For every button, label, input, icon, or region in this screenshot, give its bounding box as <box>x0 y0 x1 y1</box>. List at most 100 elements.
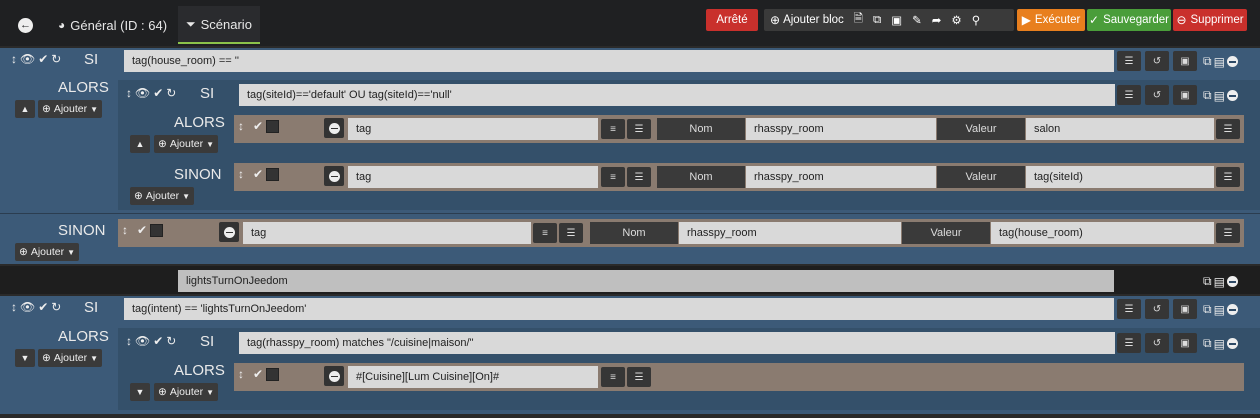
paste-icon[interactable]: ▤ <box>1214 55 1225 69</box>
list-icon[interactable]: ☰ <box>627 367 651 387</box>
command-input[interactable]: tag <box>348 118 598 140</box>
list-icon[interactable]: ☰ <box>627 167 651 187</box>
refresh-icon[interactable]: ↻ <box>166 86 176 100</box>
remove-icon[interactable] <box>1226 56 1238 67</box>
checkbox[interactable] <box>266 119 280 133</box>
list-icon[interactable]: ☰ <box>1117 85 1141 105</box>
add-dropdown[interactable]: ⊕ Ajouter ▼ <box>38 349 103 367</box>
paste-icon[interactable]: ▤ <box>1214 89 1225 103</box>
check-icon[interactable]: ✔ <box>253 367 263 381</box>
cube-icon[interactable]: ▣ <box>1173 51 1197 71</box>
edit-icon[interactable]: ✎ <box>912 13 922 27</box>
cubes-icon[interactable]: ⚙ <box>951 13 961 27</box>
drag-icon[interactable]: ↕ <box>122 223 128 237</box>
add-dropdown[interactable]: ⊕ Ajouter ▼ <box>130 187 195 205</box>
copy-icon[interactable]: ⧉ <box>1203 336 1212 351</box>
copy-icon[interactable]: ⧉ <box>1203 88 1212 103</box>
condition-input[interactable]: tag(house_room) == '' <box>124 50 1114 72</box>
paste-icon[interactable]: ▤ <box>1214 275 1225 289</box>
copy-icon[interactable]: ⧉ <box>873 14 881 27</box>
cube-icon[interactable]: ▣ <box>1173 299 1197 319</box>
cube-icon[interactable]: ▣ <box>1173 85 1197 105</box>
drag-icon[interactable]: ↕ <box>126 86 132 100</box>
remove-action-button[interactable] <box>324 366 344 386</box>
value-input[interactable]: salon <box>1026 118 1214 140</box>
drag-icon[interactable]: ↕ <box>126 334 132 348</box>
list-check-icon[interactable]: ≡ <box>601 367 625 387</box>
name-input[interactable]: rhasspy_room <box>746 118 936 140</box>
list-check-icon[interactable]: ≡ <box>601 167 625 187</box>
command-input[interactable]: tag <box>348 166 598 188</box>
check-icon[interactable]: ✔ <box>38 52 48 66</box>
check-icon[interactable]: ✔ <box>153 334 163 348</box>
expand-down-button[interactable]: ▼ <box>15 349 35 367</box>
check-icon[interactable]: ✔ <box>253 167 263 181</box>
remove-action-button[interactable] <box>219 222 239 242</box>
remove-icon[interactable] <box>1226 90 1238 101</box>
condition-input[interactable]: tag(rhasspy_room) matches "/cuisine|mais… <box>239 332 1115 354</box>
delete-button[interactable]: ⊖ Supprimer <box>1173 9 1247 31</box>
name-input[interactable]: rhasspy_room <box>746 166 936 188</box>
eye-icon[interactable]: 👁 <box>20 300 35 314</box>
stopped-button[interactable]: Arrêté <box>706 9 758 31</box>
remove-icon[interactable] <box>1226 276 1238 287</box>
save-button[interactable]: ✓ Sauvegarder <box>1087 9 1171 31</box>
value-input[interactable]: tag(house_room) <box>991 222 1214 244</box>
refresh-icon[interactable]: ↻ <box>51 52 61 66</box>
eye-icon[interactable]: 👁 <box>135 86 150 100</box>
remove-action-button[interactable] <box>324 118 344 138</box>
drag-icon[interactable]: ↕ <box>11 52 17 66</box>
remove-action-button[interactable] <box>324 166 344 186</box>
add-dropdown[interactable]: ⊕ Ajouter ▼ <box>15 243 80 261</box>
collapse-up-button[interactable]: ▲ <box>130 135 150 153</box>
expand-icon[interactable]: ▣ <box>891 13 902 27</box>
checkbox[interactable] <box>150 223 164 237</box>
list-icon[interactable]: ☰ <box>1216 119 1240 139</box>
command-input[interactable]: tag <box>243 222 531 244</box>
expand-down-button[interactable]: ▼ <box>130 383 150 401</box>
list-icon[interactable]: ☰ <box>1117 51 1141 71</box>
list-icon[interactable]: ☰ <box>1216 223 1240 243</box>
history-icon[interactable]: ↺ <box>1145 85 1169 105</box>
share-icon[interactable]: ➦ <box>932 13 942 27</box>
history-icon[interactable]: ↺ <box>1145 51 1169 71</box>
drag-icon[interactable]: ↕ <box>11 300 17 314</box>
paste-icon[interactable]: ▤ <box>1214 337 1225 351</box>
list-icon[interactable]: ☰ <box>1216 167 1240 187</box>
refresh-icon[interactable]: ↻ <box>51 300 61 314</box>
history-icon[interactable]: ↺ <box>1145 333 1169 353</box>
copy-icon[interactable]: ⧉ <box>1203 274 1212 289</box>
tab-general[interactable]: ◕ Général (ID : 64) <box>58 6 167 44</box>
command-input[interactable]: #[Cuisine][Lum Cuisine][On]# <box>348 366 598 388</box>
drag-icon[interactable]: ↕ <box>238 119 244 133</box>
back-button[interactable]: ← <box>18 6 33 44</box>
history-icon[interactable]: ↺ <box>1145 299 1169 319</box>
copy-icon[interactable]: ⧉ <box>1203 302 1212 317</box>
drag-icon[interactable]: ↕ <box>238 367 244 381</box>
check-icon[interactable]: ✔ <box>38 300 48 314</box>
list-icon[interactable]: ☰ <box>1117 333 1141 353</box>
checkbox[interactable] <box>266 167 280 181</box>
add-block-button[interactable]: ⊕ Ajouter bloc <box>770 14 844 26</box>
value-input[interactable]: tag(siteId) <box>1026 166 1214 188</box>
file-icon[interactable]: 🗎 <box>854 11 863 30</box>
list-icon[interactable]: ☰ <box>559 223 583 243</box>
check-icon[interactable]: ✔ <box>137 223 147 237</box>
eye-icon[interactable]: 👁 <box>135 334 150 348</box>
checkbox[interactable] <box>266 367 280 381</box>
check-icon[interactable]: ✔ <box>253 119 263 133</box>
name-input[interactable]: rhasspy_room <box>679 222 901 244</box>
list-check-icon[interactable]: ≡ <box>601 119 625 139</box>
paste-icon[interactable]: ▤ <box>1214 303 1225 317</box>
condition-input[interactable]: tag(intent) == 'lightsTurnOnJeedom' <box>124 298 1114 320</box>
check-icon[interactable]: ✔ <box>153 86 163 100</box>
execute-button[interactable]: ▶ Exécuter <box>1017 9 1085 31</box>
refresh-icon[interactable]: ↻ <box>166 334 176 348</box>
list-check-icon[interactable]: ≡ <box>533 223 557 243</box>
comment-input[interactable]: lightsTurnOnJeedom <box>178 270 1114 292</box>
add-dropdown[interactable]: ⊕ Ajouter ▼ <box>38 100 103 118</box>
collapse-up-button[interactable]: ▲ <box>15 100 35 118</box>
add-dropdown[interactable]: ⊕ Ajouter ▼ <box>154 383 219 401</box>
cube-icon[interactable]: ▣ <box>1173 333 1197 353</box>
add-dropdown[interactable]: ⊕ Ajouter ▼ <box>154 135 219 153</box>
